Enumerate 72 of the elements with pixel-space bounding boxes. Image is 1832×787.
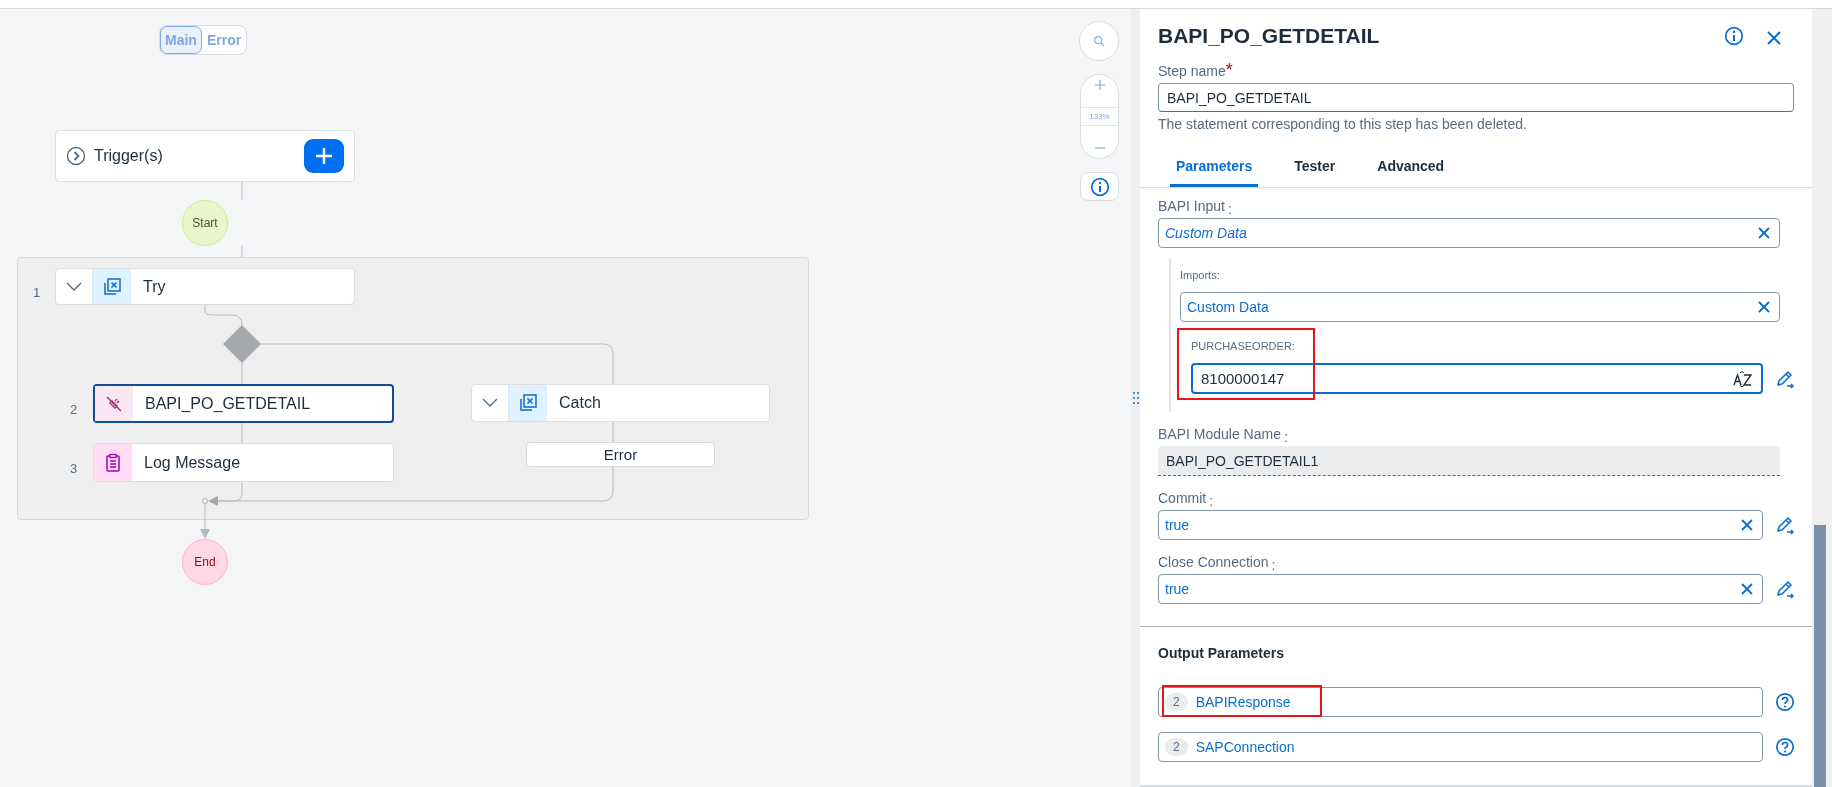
clear-icon[interactable] (1740, 582, 1754, 596)
trigger-label: Trigger(s) (94, 147, 164, 165)
plus-icon (314, 146, 334, 166)
error-label: Error (526, 442, 715, 467)
count-badge: 2 (1165, 693, 1188, 711)
catch-card[interactable]: Catch (471, 384, 770, 422)
bapi-input-field[interactable]: Custom Data (1158, 218, 1780, 248)
chevron-right-circle-icon[interactable] (66, 146, 86, 166)
tab[interactable]: Parameters (1170, 150, 1259, 187)
field-label: BAPI Input : (1158, 198, 1233, 214)
clear-icon[interactable] (1740, 518, 1754, 532)
info-message: The statement corresponding to this step has been deleted. (1158, 116, 1528, 132)
panel-title: BAPI_PO_GETDETAIL (1158, 24, 1381, 48)
start-node[interactable]: Start (182, 200, 228, 246)
help-icon[interactable] (1775, 737, 1795, 757)
stacked-close-icon (518, 393, 538, 413)
drag-handle-icon[interactable] (1132, 392, 1139, 404)
field-label: BAPI Module Name : (1158, 426, 1289, 442)
step-label: Log Message (143, 453, 241, 472)
step-card[interactable]: Try (55, 268, 355, 305)
output-parameter-field[interactable]: 2 SAPConnection (1158, 732, 1763, 762)
connector-line (204, 304, 243, 326)
connector-line (241, 181, 243, 201)
field-label: Close Connection : (1158, 554, 1277, 570)
clipboard-icon (103, 452, 123, 473)
required-mark: * (1225, 60, 1233, 80)
module-name-field: BAPI_PO_GETDETAIL1 (1158, 446, 1780, 476)
step-number: 3 (70, 460, 78, 476)
step-card[interactable]: BAPI_PO_GETDETAIL (93, 384, 394, 423)
add-button[interactable] (304, 139, 344, 173)
gateway-diamond (223, 325, 261, 363)
section-title: Output Parameters (1158, 645, 1286, 661)
count-badge: 2 (1165, 738, 1188, 756)
field-label: PURCHASEORDER: (1190, 340, 1295, 352)
search-icon (1093, 35, 1105, 47)
parameter-name: BAPIResponse (1195, 694, 1291, 710)
step-number: 1 (33, 284, 41, 300)
info-icon[interactable] (1724, 26, 1744, 46)
clear-icon[interactable] (1757, 300, 1771, 314)
help-icon[interactable] (1775, 692, 1795, 712)
field-label: Step name (1158, 63, 1226, 79)
imports-field[interactable]: Custom Data (1180, 292, 1780, 322)
purchase-order-input[interactable]: 8100000147 (1191, 363, 1763, 394)
scrollbar-thumb[interactable] (1814, 525, 1826, 787)
step-label: Try (142, 277, 166, 296)
setting-field[interactable]: true (1158, 574, 1763, 604)
trigger-card[interactable]: Trigger(s) (55, 130, 355, 182)
connector-arrow (200, 503, 210, 539)
chevron-down-icon[interactable] (482, 398, 498, 408)
sort-icon[interactable] (1733, 370, 1753, 387)
step-number: 2 (70, 401, 78, 417)
info-button[interactable] (1080, 172, 1119, 201)
merge-arrow (202, 496, 218, 506)
step-label: Catch (558, 394, 601, 412)
info-icon (1089, 176, 1110, 197)
output-parameter-field[interactable]: 2 BAPIResponse (1158, 687, 1763, 717)
clear-icon[interactable] (1757, 226, 1771, 240)
tab[interactable]: Advanced (1371, 150, 1451, 187)
step-card[interactable]: Log Message (93, 443, 394, 482)
field-label: Imports: (1180, 269, 1220, 281)
pencil-icon[interactable] (1775, 515, 1795, 535)
step-name-input[interactable]: BAPI_PO_GETDETAIL (1158, 83, 1794, 112)
step-label: BAPI_PO_GETDETAIL (144, 394, 311, 413)
pencil-icon[interactable] (1775, 579, 1795, 599)
stacked-close-icon (102, 276, 122, 297)
field-label: Commit : (1158, 490, 1215, 506)
end-node[interactable]: End (182, 539, 228, 585)
chevron-down-icon[interactable] (66, 281, 82, 292)
pencil-icon[interactable] (1775, 368, 1795, 389)
setting-field[interactable]: true (1158, 510, 1763, 540)
tab[interactable]: Tester (1288, 150, 1342, 187)
parameter-name: SAPConnection (1195, 739, 1295, 755)
